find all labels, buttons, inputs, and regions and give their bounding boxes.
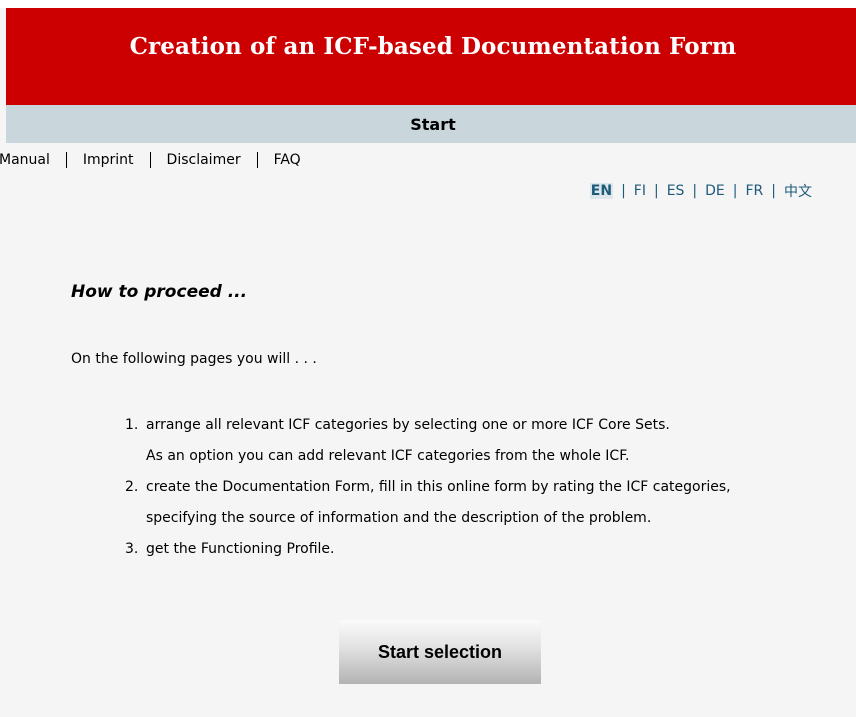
intro-text: On the following pages you will . . . (71, 351, 317, 367)
language-separator: | (653, 183, 659, 199)
language-zh[interactable]: 中文 (784, 181, 812, 201)
nav-divider (149, 152, 151, 168)
language-separator: | (692, 183, 698, 199)
language-en[interactable]: EN (589, 183, 614, 199)
top-nav: Manual Imprint Disclaimer FAQ (0, 150, 301, 170)
page-title: Creation of an ICF-based Documentation F… (129, 33, 737, 60)
page: Creation of an ICF-based Documentation F… (0, 0, 856, 717)
start-selection-button[interactable]: Start selection (339, 620, 541, 684)
section-heading: How to proceed ... (71, 282, 248, 302)
step-bar: Start (6, 105, 856, 143)
steps-list: 1. arrange all relevant ICF categories b… (125, 410, 731, 565)
step-text: arrange all relevant ICF categories by s… (146, 417, 670, 433)
language-fi[interactable]: FI (634, 183, 646, 199)
list-item: 3. get the Functioning Profile. (125, 534, 731, 565)
nav-divider (256, 152, 258, 168)
step-text-continued: specifying the source of information and… (146, 510, 652, 526)
list-item: 1. arrange all relevant ICF categories b… (125, 410, 731, 472)
language-fr[interactable]: FR (746, 183, 764, 199)
nav-divider (65, 152, 67, 168)
language-switcher: EN | FI | ES | DE | FR | 中文 (589, 181, 812, 201)
step-number: 3. (125, 541, 139, 557)
list-item: 2. create the Documentation Form, fill i… (125, 472, 731, 534)
step-title: Start (410, 114, 456, 134)
nav-link-imprint[interactable]: Imprint (83, 152, 134, 168)
language-separator: | (732, 183, 738, 199)
step-text: create the Documentation Form, fill in t… (146, 479, 731, 495)
language-es[interactable]: ES (667, 183, 685, 199)
step-number: 1. (125, 417, 139, 433)
nav-link-faq[interactable]: FAQ (274, 152, 301, 168)
language-separator: | (621, 183, 626, 199)
header-banner: Creation of an ICF-based Documentation F… (6, 8, 856, 105)
nav-link-manual[interactable]: Manual (0, 152, 50, 168)
step-text-continued: As an option you can add relevant ICF ca… (146, 448, 630, 464)
nav-link-disclaimer[interactable]: Disclaimer (167, 152, 241, 168)
step-text: get the Functioning Profile. (146, 541, 335, 557)
language-separator: | (771, 183, 776, 199)
top-strip (0, 0, 856, 8)
step-number: 2. (125, 479, 139, 495)
language-de[interactable]: DE (705, 183, 725, 199)
